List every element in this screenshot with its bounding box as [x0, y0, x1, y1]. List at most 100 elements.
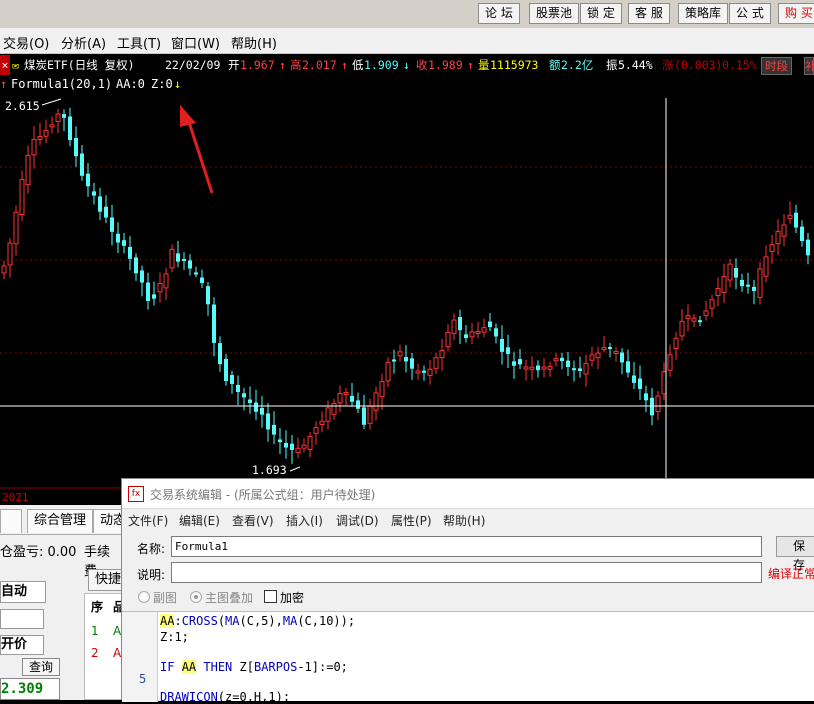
candle-body — [800, 226, 804, 242]
candle-body — [373, 392, 379, 411]
editor-app-icon: fx — [128, 486, 144, 502]
candle-body — [146, 282, 150, 301]
quick-button[interactable]: 快捷 — [88, 569, 122, 591]
buy-button[interactable]: 购 买 — [778, 3, 814, 24]
menu-window[interactable]: 窗口(W) — [171, 33, 220, 52]
service-button[interactable]: 客 服 — [628, 3, 670, 24]
panel-tabs: 综合管理 动态 — [0, 505, 130, 535]
candle-body — [445, 332, 451, 348]
stock-pool-button[interactable]: 股票池 — [529, 3, 580, 24]
dialog-menu-file[interactable]: 文件(F) — [128, 512, 168, 529]
candle-body — [451, 319, 457, 334]
candle-body — [13, 211, 19, 245]
candle-body — [661, 371, 667, 395]
forum-button[interactable]: 论 坛 — [478, 3, 520, 24]
dialog-menu-edit[interactable]: 编辑(E) — [179, 512, 220, 529]
candle-body — [19, 179, 25, 216]
candle-body — [715, 288, 721, 296]
formula-button[interactable]: 公 式 — [729, 3, 771, 24]
candle-body — [727, 263, 733, 281]
strategy-library-button[interactable]: 策略库 — [678, 3, 729, 24]
candle-body — [176, 253, 180, 262]
encrypt-checkbox[interactable] — [264, 590, 277, 603]
candle-body — [560, 357, 564, 362]
menu-analysis[interactable]: 分析(A) — [61, 33, 106, 52]
encrypt-label: 加密 — [280, 591, 305, 605]
description-input[interactable] — [171, 562, 762, 583]
menu-tools[interactable]: 工具(T) — [117, 33, 161, 52]
table-row[interactable]: 1 — [91, 624, 99, 638]
max-price-pointer — [41, 98, 62, 106]
menu-help[interactable]: 帮助(H) — [231, 33, 277, 52]
candle-body — [110, 217, 114, 232]
candlestick-chart[interactable]: 2.615 1.693 2021 — [0, 93, 814, 505]
candle-body — [512, 361, 516, 366]
candle-body — [212, 304, 216, 343]
max-price-label: 2.615 — [5, 99, 40, 113]
price-type-select[interactable]: 开价 — [0, 635, 44, 655]
candle-body — [68, 116, 72, 141]
candle-body — [757, 268, 763, 298]
candle-body — [55, 113, 61, 122]
save-button[interactable]: 保存 — [776, 536, 814, 572]
candle-body — [307, 435, 313, 450]
candle-body — [31, 138, 37, 156]
close-value: 1.989 — [428, 58, 463, 72]
table-row[interactable]: 2 — [91, 646, 99, 660]
query-button[interactable]: 查询 — [22, 658, 60, 676]
more-button[interactable]: 补 — [804, 57, 814, 75]
up-arrow-icon: ↑ — [279, 58, 286, 72]
candle-body — [254, 402, 258, 412]
chart-grid — [0, 166, 814, 489]
candle-body — [553, 358, 559, 362]
formula-code-editor[interactable]: 5 AA:CROSS(MA(C,5),MA(C,10)); Z:1; IF AA… — [122, 611, 814, 704]
volume-label: 量 — [478, 58, 490, 72]
dialog-menu-properties[interactable]: 属性(P) — [391, 512, 432, 529]
tab-general-management[interactable]: 综合管理 — [27, 509, 94, 533]
candle-body — [392, 359, 396, 362]
candle-body — [157, 283, 163, 293]
candle-body — [182, 258, 186, 262]
candle-body — [626, 361, 630, 373]
name-input[interactable]: Formula1 — [171, 536, 762, 557]
amount-label: 额 — [549, 58, 561, 72]
candle-body — [740, 279, 744, 287]
dialog-title: 交易系统编辑 - (所属公式组：用户待处理) — [150, 488, 376, 502]
candle-body — [595, 352, 601, 359]
dialog-menu-insert[interactable]: 插入(I) — [286, 512, 323, 529]
low-label: 低 — [352, 58, 364, 72]
quantity-input[interactable] — [0, 609, 44, 629]
candle-body — [589, 354, 595, 361]
candle-body — [475, 331, 481, 335]
code-line-2: Z:1; — [160, 630, 189, 644]
favorite-icon: ✉ — [12, 58, 19, 72]
candle-body — [200, 277, 204, 284]
candle-body — [140, 270, 144, 283]
candle-body — [122, 240, 126, 246]
candle-body — [134, 257, 138, 274]
candle-body — [644, 393, 648, 401]
candle-body — [301, 444, 307, 449]
tab-blank[interactable] — [0, 509, 22, 533]
order-mode-select[interactable]: 自动 — [0, 581, 46, 603]
candle-body — [469, 331, 475, 338]
period-button[interactable]: 时段 — [761, 57, 792, 75]
menu-trade[interactable]: 交易(O) — [3, 33, 49, 52]
sub-chart-radio[interactable] — [138, 591, 150, 603]
dialog-menu-view[interactable]: 查看(V) — [232, 512, 274, 529]
down-arrow-icon: ↓ — [403, 58, 410, 72]
price-display: 2.309 — [0, 678, 60, 700]
candle-body — [242, 393, 246, 398]
formula-name[interactable]: Formula1(20,1) — [11, 75, 112, 93]
table-row-side-icon: A — [113, 646, 122, 660]
close-icon[interactable]: × — [0, 55, 10, 75]
sub-chart-label: 副图 — [153, 591, 178, 605]
dialog-menu-debug[interactable]: 调试(D) — [336, 512, 379, 529]
main-overlay-radio[interactable] — [190, 591, 202, 603]
trade-system-editor-dialog: fx 交易系统编辑 - (所属公式组：用户待处理) 文件(F) 编辑(E) 查看… — [121, 478, 814, 704]
candle-body — [163, 273, 169, 289]
dialog-menu-help[interactable]: 帮助(H) — [443, 512, 485, 529]
candle-body — [230, 374, 234, 384]
candle-body — [566, 360, 570, 367]
lock-button[interactable]: 锁 定 — [580, 3, 622, 24]
